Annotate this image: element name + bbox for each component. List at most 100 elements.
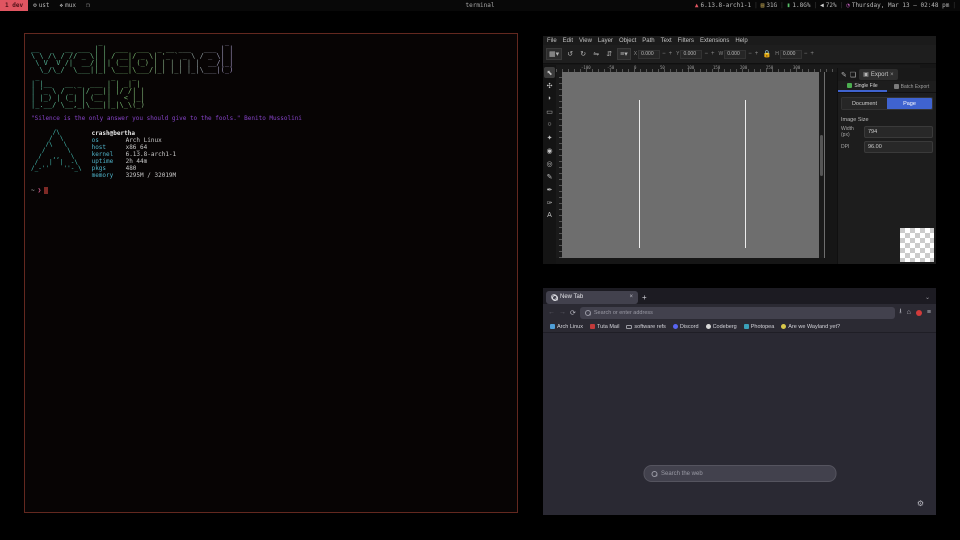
lock-ratio-icon[interactable]: 🔒: [762, 48, 772, 60]
y-minus-button[interactable]: −: [703, 51, 709, 57]
pencil-tool-icon[interactable]: ✎: [544, 171, 555, 182]
selector-tool-icon[interactable]: ⬉: [544, 67, 555, 78]
rotate-ccw-icon[interactable]: ↺: [565, 48, 575, 60]
bookmark-label: Codeberg: [713, 324, 737, 330]
calligraphy-tool-icon[interactable]: ✑: [544, 197, 555, 208]
fetch-label: host: [92, 144, 126, 151]
terminal-window[interactable]: _ _ __ __ ___ | | ___ ___ _ __ ___ ___ |…: [24, 33, 518, 513]
menu-path[interactable]: Path: [642, 38, 654, 44]
page-option[interactable]: Page: [887, 98, 932, 109]
tab-list-chevron-icon[interactable]: ⌄: [925, 294, 933, 301]
flip-horizontal-icon[interactable]: ⇋: [591, 48, 601, 60]
h-plus-button[interactable]: +: [809, 51, 815, 57]
spiral-tool-icon[interactable]: ◎: [544, 158, 555, 169]
drawing-canvas[interactable]: [562, 72, 825, 258]
url-bar[interactable]: Search or enter address: [580, 307, 895, 319]
menu-extensions[interactable]: Extensions: [700, 38, 729, 44]
menu-text[interactable]: Text: [661, 38, 672, 44]
single-file-tab[interactable]: Single File: [838, 81, 887, 92]
arch-ascii-logo: /\ / \ /\ \ / \ / ,, \ / | | -\ /_-'' ''…: [31, 130, 82, 179]
firefox-window[interactable]: New Tab × + ⌄ ← → ⟳ Search or enter addr…: [543, 288, 936, 515]
separator: |: [952, 2, 956, 9]
width-px-input[interactable]: 794: [864, 126, 933, 138]
star-tool-icon[interactable]: ✦: [544, 132, 555, 143]
forward-button[interactable]: →: [559, 309, 566, 316]
h-input[interactable]: 0.000: [780, 50, 802, 59]
bookmark-folder-software-refs[interactable]: software refs: [626, 324, 665, 330]
bookmark-are-we-wayland-yet[interactable]: Are we Wayland yet?: [781, 324, 840, 330]
close-icon[interactable]: ×: [890, 72, 894, 78]
height-field: H 0.000 − +: [775, 50, 815, 59]
w-input[interactable]: 0.000: [724, 50, 746, 59]
bookmark-arch-linux[interactable]: Arch Linux: [550, 324, 583, 330]
w-minus-button[interactable]: −: [747, 51, 753, 57]
menu-edit[interactable]: Edit: [563, 38, 573, 44]
separator: |: [754, 2, 758, 9]
scrollbar-thumb[interactable]: [820, 135, 823, 176]
memory-text: 1.8G%: [792, 2, 810, 9]
width-px-field: Width (px) 794: [838, 123, 936, 138]
search-placeholder: Search the web: [661, 471, 703, 477]
downloads-icon[interactable]: ⭳: [899, 307, 901, 318]
x-plus-button[interactable]: +: [668, 51, 674, 57]
new-tab-button[interactable]: +: [642, 293, 647, 302]
shape-builder-tool-icon[interactable]: ◗: [544, 93, 555, 104]
bookmark-codeberg[interactable]: Codeberg: [706, 324, 737, 330]
bookmark-label: software refs: [634, 324, 665, 330]
close-tab-icon[interactable]: ×: [629, 294, 633, 300]
extension-icon[interactable]: [916, 310, 922, 316]
bookmark-tuta-mail[interactable]: Tuta Mail: [590, 324, 619, 330]
fetch-row-kernel: kernel 6.13.8-arch1-1: [92, 151, 177, 158]
menu-filters[interactable]: Filters: [678, 38, 694, 44]
menu-view[interactable]: View: [579, 38, 592, 44]
export-scope-segmented-control: Document Page: [841, 97, 933, 110]
workspace-ust[interactable]: ⚙ ust: [28, 0, 54, 11]
box3d-tool-icon[interactable]: ◉: [544, 145, 555, 156]
node-tool-icon[interactable]: ✣: [544, 80, 555, 91]
align-dropdown[interactable]: ≡▾: [617, 48, 631, 60]
status-modules: ▲ 6.13.8-arch1-1 | ▤ 31G | ▮ 1.8G% | ◀ 7…: [695, 2, 960, 9]
active-tab-new-tab[interactable]: New Tab ×: [546, 291, 638, 304]
tool-box: ⬉ ✣ ◗ ▭ ○ ✦ ◉ ◎ ✎ ✒ ✑ A: [543, 65, 556, 264]
ellipse-tool-icon[interactable]: ○: [544, 119, 555, 130]
menu-file[interactable]: File: [547, 38, 557, 44]
menu-icon[interactable]: ≡: [927, 309, 931, 316]
back-button[interactable]: ←: [548, 309, 555, 316]
reload-button[interactable]: ⟳: [570, 309, 576, 317]
flip-vertical-icon[interactable]: ⇵: [604, 48, 614, 60]
canvas-vertical-scrollbar[interactable]: [819, 72, 824, 258]
x-input[interactable]: 0.000: [638, 50, 660, 59]
document-option[interactable]: Document: [842, 98, 887, 109]
export-tab[interactable]: ▣ Export ×: [859, 69, 898, 80]
w-plus-button[interactable]: +: [754, 51, 760, 57]
home-icon[interactable]: ⌂: [907, 309, 911, 316]
y-plus-button[interactable]: +: [710, 51, 716, 57]
batch-export-tab[interactable]: Batch Export: [887, 81, 936, 92]
rectangle-tool-icon[interactable]: ▭: [544, 106, 555, 117]
menu-help[interactable]: Help: [735, 38, 747, 44]
text-tool-icon[interactable]: A: [544, 210, 555, 221]
y-input[interactable]: 0.000: [680, 50, 702, 59]
workspace-window[interactable]: ❐: [81, 0, 95, 11]
batch-export-icon: [894, 84, 899, 89]
menu-layer[interactable]: Layer: [598, 38, 613, 44]
rotate-cw-icon[interactable]: ↻: [578, 48, 588, 60]
personalize-gear-icon[interactable]: ⚙: [917, 499, 924, 508]
inkscape-window[interactable]: File Edit View Layer Object Path Text Fi…: [543, 36, 936, 264]
shell-prompt[interactable]: ~ ❯: [31, 187, 511, 194]
web-search-input[interactable]: Search the web: [643, 465, 836, 482]
layers-icon[interactable]: ❏: [850, 71, 856, 79]
dpi-input[interactable]: 96.00: [864, 141, 933, 153]
page-edge-left: [639, 100, 640, 248]
workspace-1-dev[interactable]: 1 dev: [0, 0, 28, 11]
bookmark-photopea[interactable]: Photopea: [744, 324, 775, 330]
selection-mode-dropdown[interactable]: ▦▾: [546, 48, 562, 60]
pencil-icon[interactable]: ✎: [841, 71, 847, 79]
menu-object[interactable]: Object: [619, 38, 636, 44]
bookmark-label: Tuta Mail: [597, 324, 619, 330]
pen-tool-icon[interactable]: ✒: [544, 184, 555, 195]
h-minus-button[interactable]: −: [803, 51, 809, 57]
bookmark-discord[interactable]: Discord: [673, 324, 699, 330]
workspace-mux[interactable]: ❖ mux: [55, 0, 81, 11]
x-minus-button[interactable]: −: [661, 51, 667, 57]
